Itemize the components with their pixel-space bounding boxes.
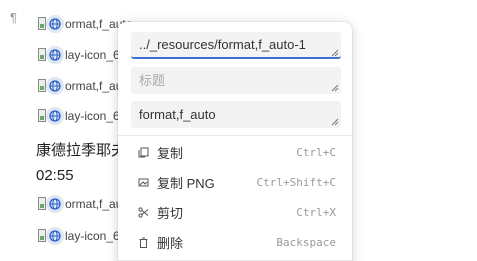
image-icon — [138, 177, 149, 188]
menu-item-cut[interactable]: 剪切 Ctrl+X — [118, 197, 352, 227]
broken-image-icon — [38, 76, 64, 96]
resize-grip-icon[interactable] — [331, 84, 339, 92]
url-field-wrapper — [131, 32, 341, 59]
broken-image-icon — [38, 194, 64, 214]
copy-icon — [138, 147, 149, 158]
resize-grip-icon[interactable] — [331, 118, 339, 126]
alt-field-wrapper — [131, 101, 341, 128]
pilcrow-icon: ¶ — [10, 10, 17, 25]
image-context-menu: 复制 Ctrl+C 复制 PNG Ctrl+Shift+C 剪切 Ctrl+X … — [118, 22, 352, 261]
document-time: 02:55 — [36, 167, 74, 184]
menu-divider — [118, 135, 352, 136]
menu-item-label: 复制 PNG — [157, 175, 215, 191]
editor-page: ¶ ormat,f_auto lay-icon_64 ormat,f_auto — [0, 0, 477, 261]
broken-image-icon — [38, 45, 64, 65]
image-title-input[interactable] — [131, 67, 341, 94]
menu-item-copy[interactable]: 复制 Ctrl+C — [118, 137, 352, 167]
image-embed-row[interactable]: lay-icon_64 — [38, 44, 126, 66]
shortcut-hint: Ctrl+Shift+C — [256, 175, 336, 189]
globe-icon — [46, 195, 64, 213]
globe-icon — [46, 77, 64, 95]
image-url-input[interactable] — [131, 32, 341, 59]
menu-item-label: 复制 — [157, 145, 184, 161]
image-embed-row[interactable]: lay-icon_64 — [38, 105, 126, 127]
image-alt-input[interactable] — [131, 101, 341, 128]
menu-item-copy-png[interactable]: 复制 PNG Ctrl+Shift+C — [118, 167, 352, 197]
shortcut-hint: Ctrl+X — [296, 205, 336, 219]
broken-image-icon — [38, 14, 64, 34]
image-embed-row[interactable]: lay-icon_64 — [38, 225, 126, 247]
globe-icon — [46, 15, 64, 33]
trash-icon — [138, 237, 149, 248]
scissors-icon — [138, 206, 149, 218]
menu-item-label: 删除 — [157, 235, 184, 251]
globe-icon — [46, 46, 64, 64]
shortcut-hint: Backspace — [276, 235, 336, 249]
broken-image-icon — [38, 106, 64, 126]
document-heading: 康德拉季耶夫 — [36, 142, 127, 159]
title-field-wrapper — [131, 67, 341, 94]
broken-image-icon — [38, 226, 64, 246]
globe-icon — [46, 227, 64, 245]
menu-item-delete[interactable]: 删除 Backspace — [118, 227, 352, 257]
globe-icon — [46, 107, 64, 125]
resize-grip-icon[interactable] — [331, 49, 339, 57]
shortcut-hint: Ctrl+C — [296, 145, 336, 159]
menu-item-label: 剪切 — [157, 205, 184, 221]
